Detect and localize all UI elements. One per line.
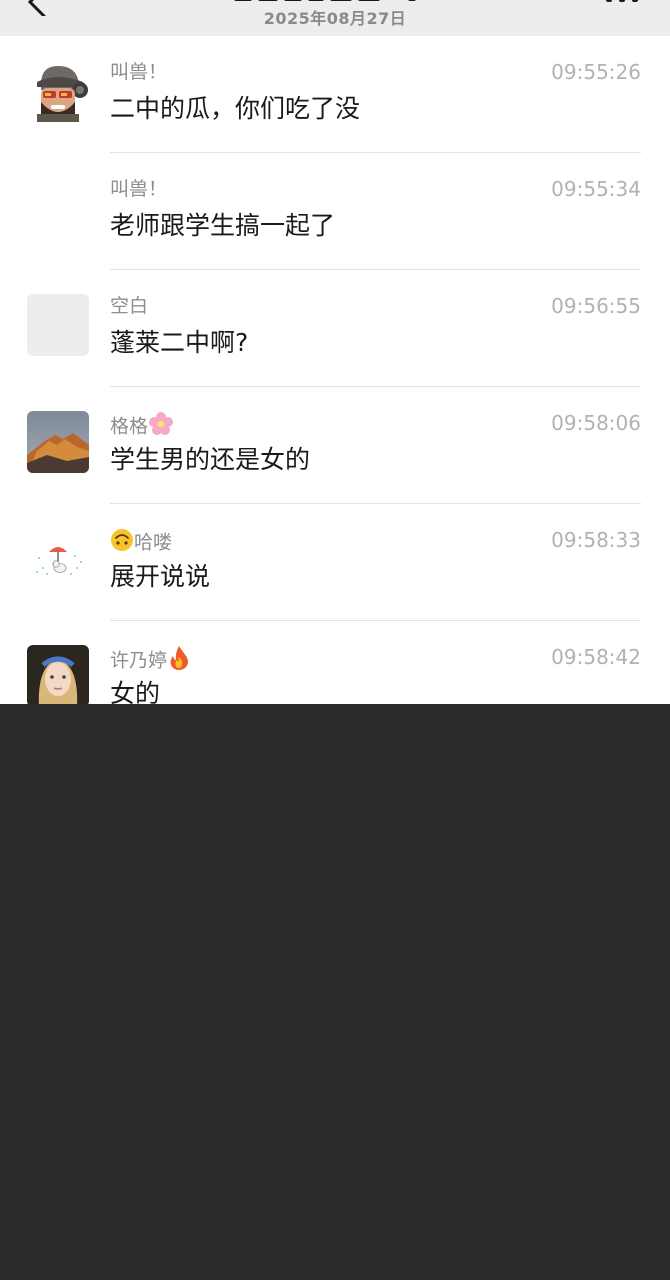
message-text: 学生男的还是女的 [110,445,311,474]
message-row[interactable]: 空白 09:56:55 蓬莱二中啊? [0,270,670,387]
duck-umbrella-avatar[interactable] [27,528,89,590]
blank-gray-avatar[interactable] [27,294,89,356]
screen: 2025年08月27日 叫兽！ 09:55:26 二中的瓜，你们吃了没 叫兽！ … [0,0,670,1280]
more-dots-icon[interactable] [600,0,644,4]
girl-portrait-avatar[interactable] [27,645,89,704]
sender-name: 格格 [110,411,174,443]
chat-date: 2025年08月27日 [263,9,407,28]
sender-name: 空白 [110,295,149,317]
message-list[interactable]: 叫兽！ 09:55:26 二中的瓜，你们吃了没 叫兽！ 09:55:34 老师跟… [0,36,670,704]
message-time: 09:55:34 [551,177,641,201]
message-row[interactable]: 许乃婷 09:58:42 女的 [0,621,670,704]
message-text: 展开说说 [110,562,211,591]
message-text: 蓬莱二中啊? [110,328,249,357]
message-text: 老师跟学生搞一起了 [110,211,336,240]
sender-name: 叫兽！ [110,178,168,200]
cherry-blossom-icon [148,411,174,443]
message-time: 09:58:42 [551,645,641,669]
message-text: 女的 [110,679,161,704]
message-text: 二中的瓜，你们吃了没 [110,94,361,123]
fire-icon [167,645,191,677]
sender-name: 许乃婷 [110,645,191,677]
upside-down-face-icon [110,528,134,558]
message-time: 09:58:06 [551,411,641,435]
message-time: 09:55:26 [551,60,641,84]
soldier-cartoon-avatar[interactable] [27,60,89,122]
sender-name: 叫兽！ [110,61,168,83]
chat-history-panel: 2025年08月27日 叫兽！ 09:55:26 二中的瓜，你们吃了没 叫兽！ … [0,0,670,704]
mountain-sunset-avatar[interactable] [27,411,89,473]
message-time: 09:56:55 [551,294,641,318]
message-row[interactable]: 格格 09:58:06 学生男的还是女的 [0,387,670,504]
message-row[interactable]: 哈喽 09:58:33 展开说说 [0,504,670,621]
message-row[interactable]: 叫兽！ 09:55:34 老师跟学生搞一起了 [0,153,670,270]
top-navigation-bar: 2025年08月27日 [0,0,670,36]
sender-name: 哈喽 [110,528,172,558]
message-time: 09:58:33 [551,528,641,552]
message-row[interactable]: 叫兽！ 09:55:26 二中的瓜，你们吃了没 [0,36,670,153]
title-cut-off [234,0,416,1]
